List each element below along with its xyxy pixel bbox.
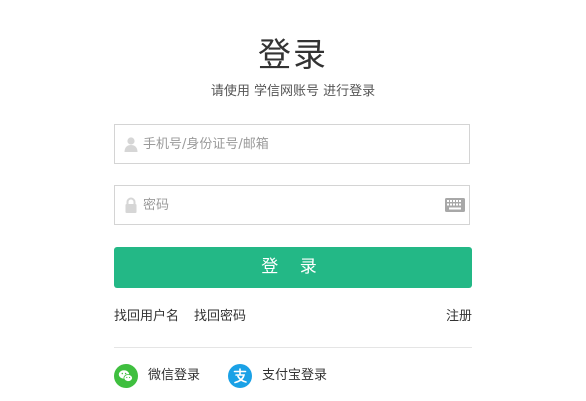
forgot-password-link[interactable]: 找回密码	[194, 305, 246, 324]
user-icon	[124, 137, 138, 152]
alipay-login-label: 支付宝登录	[262, 368, 328, 383]
wechat-icon	[114, 364, 138, 388]
wechat-login-label: 微信登录	[148, 368, 201, 383]
login-button[interactable]: 登 录	[114, 247, 472, 288]
username-input[interactable]	[143, 125, 443, 163]
page-title: 登录	[258, 35, 328, 74]
alipay-icon	[228, 364, 252, 388]
username-field[interactable]	[114, 124, 470, 164]
lock-icon	[125, 197, 137, 213]
account-links: 找回用户名 找回密码 注册	[114, 305, 472, 325]
keyboard-icon[interactable]	[445, 198, 465, 212]
register-link[interactable]: 注册	[446, 305, 472, 324]
divider	[114, 347, 472, 348]
password-field[interactable]	[114, 185, 470, 225]
password-input[interactable]	[143, 186, 443, 224]
forgot-username-link[interactable]: 找回用户名	[114, 305, 179, 324]
page-subtitle: 请使用 学信网账号 进行登录	[210, 84, 376, 99]
